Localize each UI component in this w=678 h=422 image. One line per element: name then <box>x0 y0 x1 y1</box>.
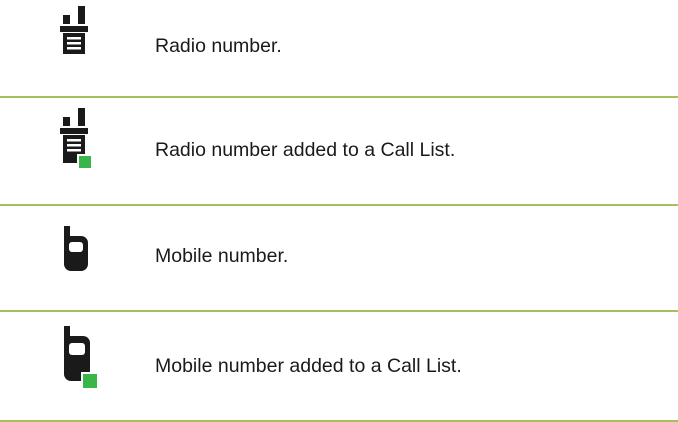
legend-description: Radio number added to a Call List. <box>155 139 456 161</box>
mobile-call-list-icon <box>44 312 124 420</box>
icon-legend-table: Radio number. Radio number added to a Ca… <box>0 0 678 422</box>
legend-description: Mobile number. <box>155 245 289 267</box>
legend-row-radio-call-list: Radio number added to a Call List. <box>0 98 678 204</box>
legend-row-radio: Radio number. <box>0 0 678 96</box>
mobile-icon <box>44 206 124 310</box>
legend-row-mobile-call-list: Mobile number added to a Call List. <box>0 312 678 420</box>
radio-icon <box>44 0 124 96</box>
legend-row-mobile: Mobile number. <box>0 206 678 310</box>
legend-description: Mobile number added to a Call List. <box>155 355 462 377</box>
radio-call-list-icon <box>44 98 124 204</box>
legend-description: Radio number. <box>155 35 282 57</box>
